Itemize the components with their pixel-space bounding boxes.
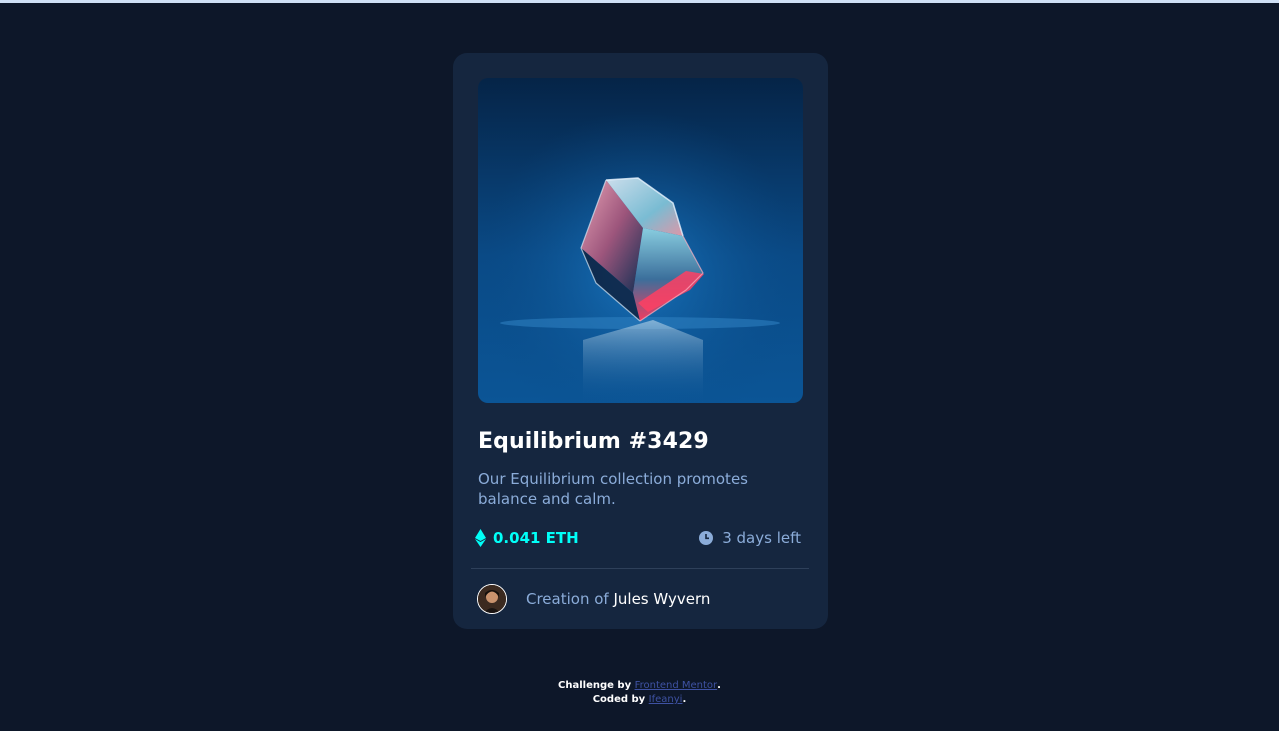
creator-row: Creation of Jules Wyvern bbox=[477, 583, 710, 615]
creator-name-link[interactable]: Jules Wyvern bbox=[613, 590, 710, 608]
avatar bbox=[477, 584, 507, 614]
equilibrium-cube-image bbox=[478, 78, 803, 403]
ethereum-icon bbox=[475, 529, 486, 547]
creator-portrait bbox=[478, 585, 506, 613]
creator-prefix: Creation of bbox=[526, 590, 609, 608]
author-link[interactable]: Ifeanyi bbox=[649, 694, 683, 705]
nft-title[interactable]: Equilibrium #3429 bbox=[478, 429, 709, 454]
price-row: 0.041 ETH bbox=[475, 528, 579, 548]
time-left-row: 3 days left bbox=[699, 528, 801, 548]
challenge-prefix: Challenge by bbox=[558, 680, 632, 691]
browser-top-strip bbox=[0, 0, 1279, 3]
coded-prefix: Coded by bbox=[592, 694, 646, 705]
attribution: Challenge by Frontend Mentor. Coded by I… bbox=[0, 679, 1279, 707]
nft-image[interactable] bbox=[478, 78, 803, 403]
price-value: 0.041 ETH bbox=[493, 529, 579, 547]
attribution-coded-line: Coded by Ifeanyi. bbox=[0, 693, 1279, 707]
frontend-mentor-link[interactable]: Frontend Mentor bbox=[635, 680, 718, 691]
attribution-challenge-line: Challenge by Frontend Mentor. bbox=[0, 679, 1279, 693]
nft-card: Equilibrium #3429 Our Equilibrium collec… bbox=[453, 53, 828, 629]
challenge-suffix: . bbox=[717, 680, 721, 691]
clock-icon bbox=[699, 531, 714, 545]
card-divider bbox=[471, 568, 809, 569]
nft-description: Our Equilibrium collection promotes bala… bbox=[478, 470, 748, 508]
time-left-value: 3 days left bbox=[722, 529, 801, 547]
coded-suffix: . bbox=[682, 694, 687, 705]
